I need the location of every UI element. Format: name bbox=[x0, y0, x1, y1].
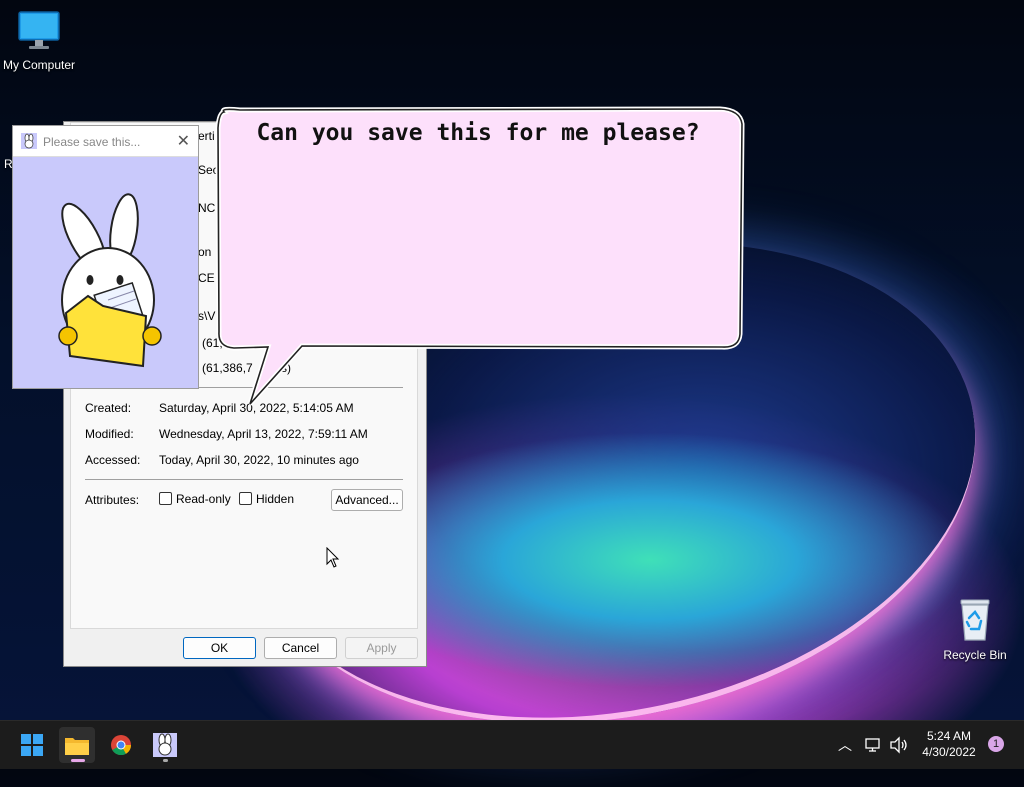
ok-button[interactable]: OK bbox=[183, 637, 256, 659]
attributes-label: Attributes: bbox=[85, 493, 140, 507]
desktop-icon-recycle-bin[interactable]: Recycle Bin bbox=[933, 596, 1017, 662]
hidden-label: Hidden bbox=[256, 492, 295, 506]
cancel-button[interactable]: Cancel bbox=[264, 637, 337, 659]
chrome-icon bbox=[111, 735, 132, 756]
clock[interactable]: 5:24 AM 4/30/2022 bbox=[918, 728, 980, 760]
close-icon[interactable]: ✕ bbox=[177, 131, 190, 151]
popup-titlebar[interactable]: Please save this... ✕ bbox=[13, 126, 198, 157]
bunny-holding-folder-image bbox=[58, 193, 162, 368]
speech-bubble-text: Can you save this for me please? bbox=[256, 120, 700, 146]
advanced-button[interactable]: Advanced... bbox=[331, 489, 403, 511]
desktop-icon-label: Recycle Bin bbox=[943, 648, 1007, 662]
bunny-app-icon bbox=[21, 133, 37, 149]
speech-bubble bbox=[215, 106, 745, 406]
modified-value: Wednesday, April 13, 2022, 7:59:11 AM bbox=[159, 427, 368, 441]
notification-badge[interactable]: 1 bbox=[988, 736, 1004, 752]
desktop-icon-label: My Computer bbox=[2, 58, 76, 72]
apply-button[interactable]: Apply bbox=[345, 637, 418, 659]
taskbar-chrome[interactable] bbox=[103, 727, 139, 763]
readonly-checkbox[interactable]: Read-only bbox=[159, 492, 231, 506]
taskbar: ︿ 5:24 AM 4/30/2022 1 bbox=[0, 720, 1024, 769]
popup-title: Please save this... bbox=[43, 135, 141, 149]
clock-date: 4/30/2022 bbox=[922, 745, 976, 759]
popup-window[interactable]: Please save this... ✕ bbox=[12, 125, 199, 389]
start-icon bbox=[21, 734, 43, 756]
hidden-checkbox[interactable]: Hidden bbox=[239, 492, 294, 506]
modified-label: Modified: bbox=[85, 427, 134, 441]
accessed-label: Accessed: bbox=[85, 453, 141, 467]
taskbar-bunny-app[interactable] bbox=[147, 727, 183, 763]
taskbar-file-explorer[interactable] bbox=[59, 727, 95, 763]
start-button[interactable] bbox=[14, 727, 50, 763]
divider bbox=[85, 479, 403, 480]
bunny-app-icon bbox=[153, 733, 177, 757]
checkbox-box[interactable] bbox=[159, 492, 172, 505]
file-explorer-icon bbox=[65, 738, 89, 755]
active-indicator bbox=[71, 759, 85, 762]
mouse-cursor-icon bbox=[326, 547, 340, 568]
checkbox-box[interactable] bbox=[239, 492, 252, 505]
readonly-label: Read-only bbox=[176, 492, 231, 506]
created-label: Created: bbox=[85, 401, 132, 415]
recycle-bin-icon bbox=[960, 599, 990, 641]
accessed-value: Today, April 30, 2022, 10 minutes ago bbox=[159, 453, 359, 467]
desktop-icon-my-computer[interactable]: My Computer bbox=[0, 10, 81, 72]
chevron-up-icon[interactable]: ︿ bbox=[838, 735, 852, 755]
volume-icon[interactable] bbox=[889, 736, 909, 754]
running-indicator bbox=[163, 759, 168, 762]
network-icon[interactable] bbox=[864, 737, 882, 753]
monitor-icon bbox=[18, 11, 60, 49]
clock-time: 5:24 AM bbox=[926, 729, 972, 743]
